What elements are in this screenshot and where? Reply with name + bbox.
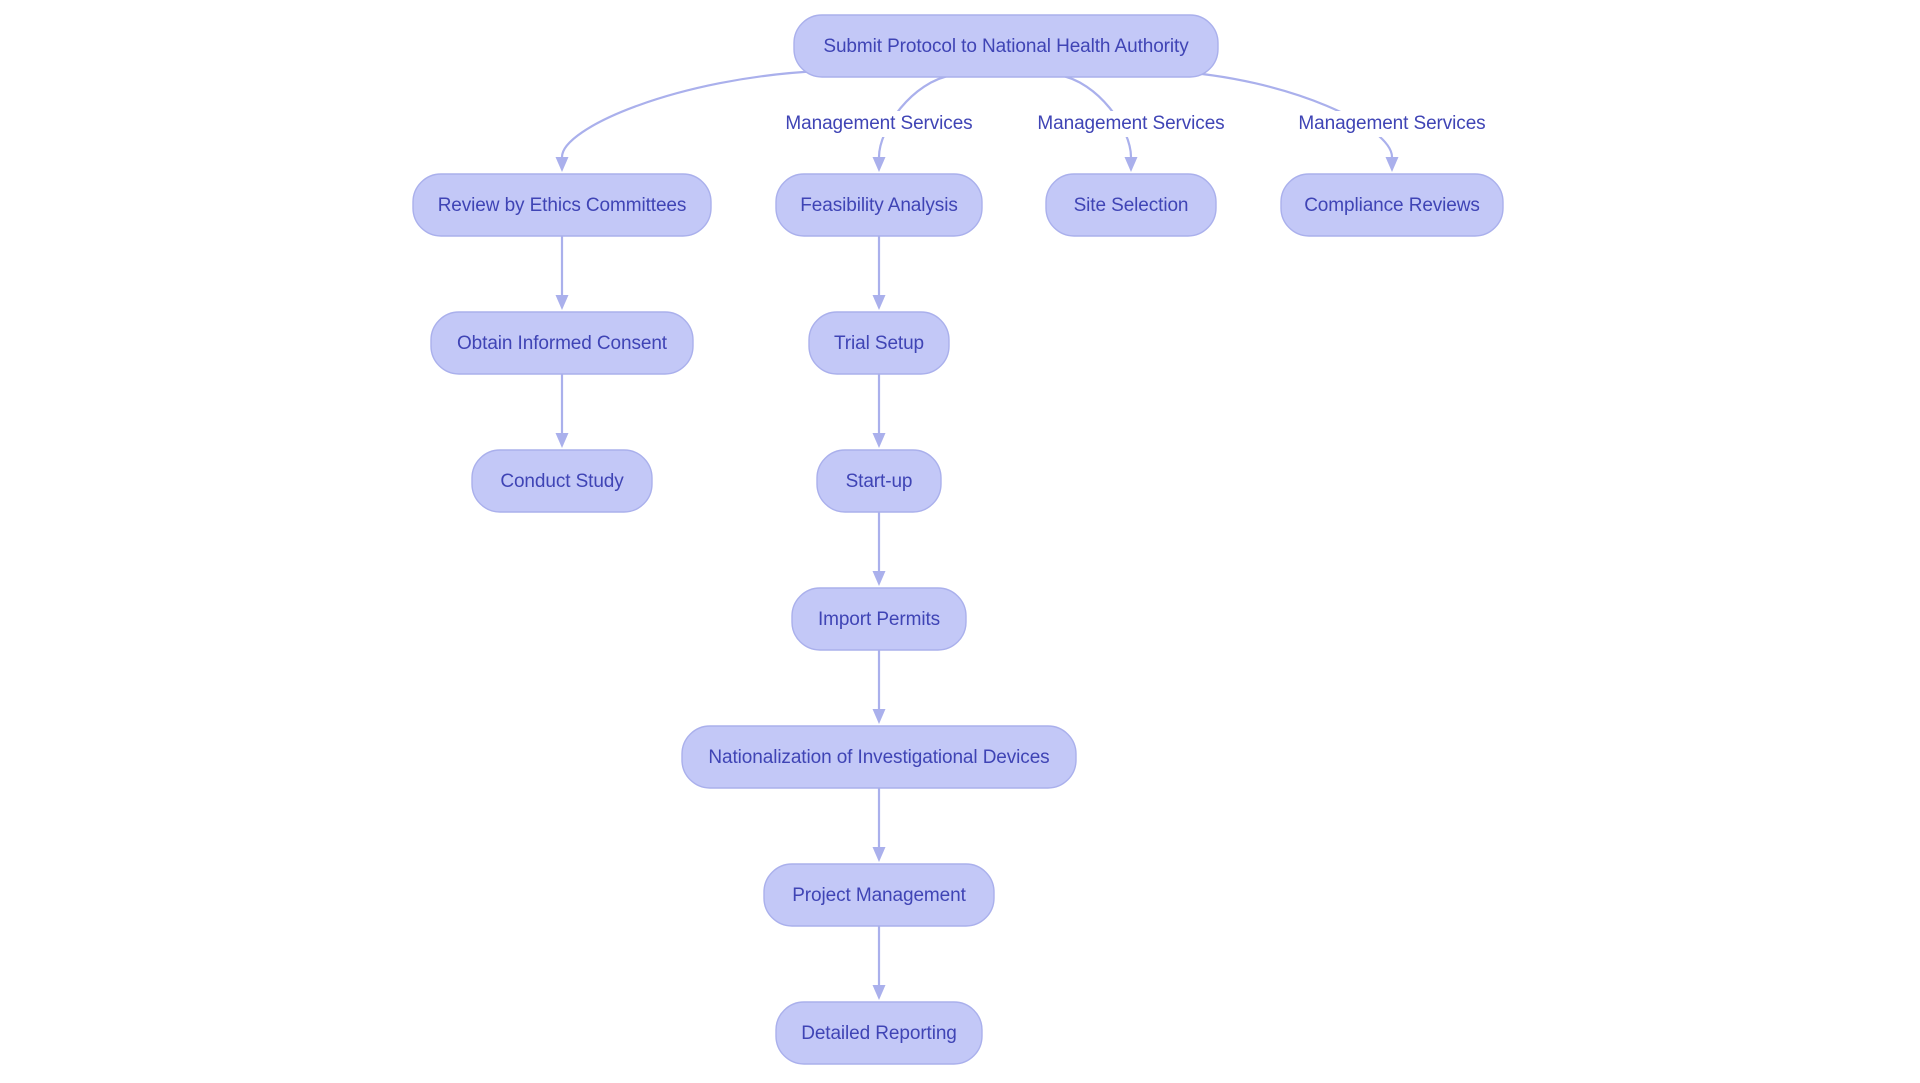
node-feasibility[interactable]: Feasibility Analysis [775, 173, 983, 237]
edge-nationalize-to-project [872, 786, 886, 862]
edge-trialsetup-to-startup [872, 372, 886, 448]
node-compliance[interactable]: Compliance Reviews [1280, 173, 1504, 237]
flowchart-svg: Management Services Management Services Ma… [412, 14, 1504, 1065]
node-ethics[interactable]: Review by Ethics Committees [412, 173, 712, 237]
svg-text:Management Services: Management Services [1037, 113, 1224, 134]
node-label: Obtain Informed Consent [457, 333, 668, 354]
nodes-layer: Submit Protocol to National Health Autho… [412, 14, 1504, 1065]
node-label: Project Management [792, 885, 966, 906]
node-label: Detailed Reporting [801, 1023, 957, 1044]
edge-submit-to-ethics [555, 69, 821, 172]
node-site[interactable]: Site Selection [1045, 173, 1217, 237]
edge-label: Management Services [785, 111, 973, 137]
edge-labels-layer: Management Services Management Services Ma… [785, 111, 1486, 137]
node-consent[interactable]: Obtain Informed Consent [430, 311, 694, 375]
edge-feasibility-to-trialsetup [872, 234, 886, 310]
svg-text:Management Services: Management Services [1298, 113, 1485, 134]
node-label: Submit Protocol to National Health Autho… [823, 36, 1189, 57]
edge-ethics-to-consent [555, 234, 569, 310]
node-label: Trial Setup [834, 333, 924, 354]
node-label: Import Permits [818, 609, 940, 630]
node-label: Feasibility Analysis [800, 195, 957, 216]
node-reporting[interactable]: Detailed Reporting [775, 1001, 983, 1065]
node-project[interactable]: Project Management [763, 863, 995, 927]
edge-import-to-nationalize [872, 648, 886, 724]
edge-consent-to-conduct [555, 372, 569, 448]
edge-startup-to-import [872, 510, 886, 586]
node-import[interactable]: Import Permits [791, 587, 967, 651]
node-submit[interactable]: Submit Protocol to National Health Autho… [793, 14, 1219, 78]
node-label: Site Selection [1074, 195, 1189, 216]
node-label: Conduct Study [500, 471, 624, 492]
node-label: Start-up [846, 471, 913, 492]
svg-text:Management Services: Management Services [785, 113, 972, 134]
flowchart-canvas: Management Services Management Services Ma… [0, 0, 1920, 1083]
node-startup[interactable]: Start-up [816, 449, 942, 513]
node-label: Nationalization of Investigational Devic… [708, 747, 1049, 768]
node-trialsetup[interactable]: Trial Setup [808, 311, 950, 375]
node-label: Compliance Reviews [1304, 195, 1480, 216]
node-nationalize[interactable]: Nationalization of Investigational Devic… [681, 725, 1077, 789]
node-conduct[interactable]: Conduct Study [471, 449, 653, 513]
node-label: Review by Ethics Committees [438, 195, 687, 216]
edge-label: Management Services [1037, 111, 1225, 137]
edge-project-to-reporting [872, 924, 886, 1000]
edge-label: Management Services [1298, 111, 1486, 137]
